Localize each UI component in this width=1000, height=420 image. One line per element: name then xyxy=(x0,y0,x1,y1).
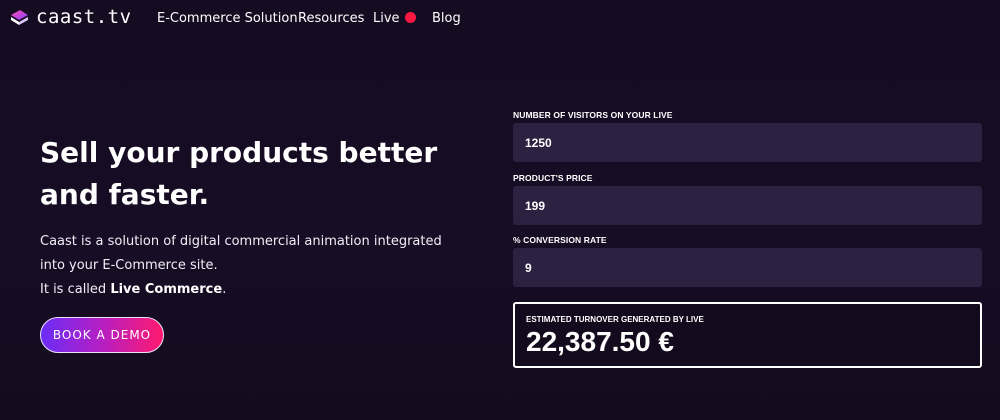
book-a-demo-button[interactable]: BOOK A DEMO xyxy=(40,317,164,353)
caast-logo-icon xyxy=(8,6,30,28)
nav-link-resources[interactable]: Resources xyxy=(298,11,364,26)
estimated-turnover-box: ESTIMATED TURNOVER GENERATED BY LIVE 22,… xyxy=(513,302,982,368)
estimated-turnover-label: ESTIMATED TURNOVER GENERATED BY LIVE xyxy=(526,315,704,324)
logo-text: caast.tv xyxy=(36,6,132,28)
nav-link-blog[interactable]: Blog xyxy=(432,11,461,26)
hero-description: Caast is a solution of digital commercia… xyxy=(40,230,460,302)
live-commerce-term: Live Commerce xyxy=(110,282,223,297)
top-nav: caast.tv E-Commerce Solution Resources L… xyxy=(0,0,1000,38)
price-input[interactable] xyxy=(513,186,982,225)
conversion-rate-label: % CONVERSION RATE xyxy=(513,235,607,245)
live-indicator-icon xyxy=(404,12,416,23)
estimated-turnover-value: 22,387.50 € xyxy=(526,326,674,357)
visitors-label: NUMBER OF VISITORS ON YOUR LIVE xyxy=(513,110,673,120)
hero-description-line-2: into your E-Commerce site. xyxy=(40,258,218,273)
nav-link-live-label: Live xyxy=(373,11,400,26)
visitors-input[interactable] xyxy=(513,123,982,162)
nav-link-live[interactable]: Live xyxy=(373,11,416,26)
nav-link-ecommerce-solution[interactable]: E-Commerce Solution xyxy=(157,11,298,26)
hero-headline: Sell your products better and faster. xyxy=(40,136,438,211)
hero-description-line-3: It is called Live Commerce. xyxy=(40,278,460,302)
hero-description-suffix: . xyxy=(222,282,227,297)
conversion-rate-input[interactable] xyxy=(513,248,982,287)
price-label: PRODUCT'S PRICE xyxy=(513,173,593,183)
caast-logo[interactable]: caast.tv xyxy=(8,6,132,28)
hero-description-prefix: It is called xyxy=(40,282,111,297)
hero-description-line-1: Caast is a solution of digital commercia… xyxy=(40,234,442,249)
